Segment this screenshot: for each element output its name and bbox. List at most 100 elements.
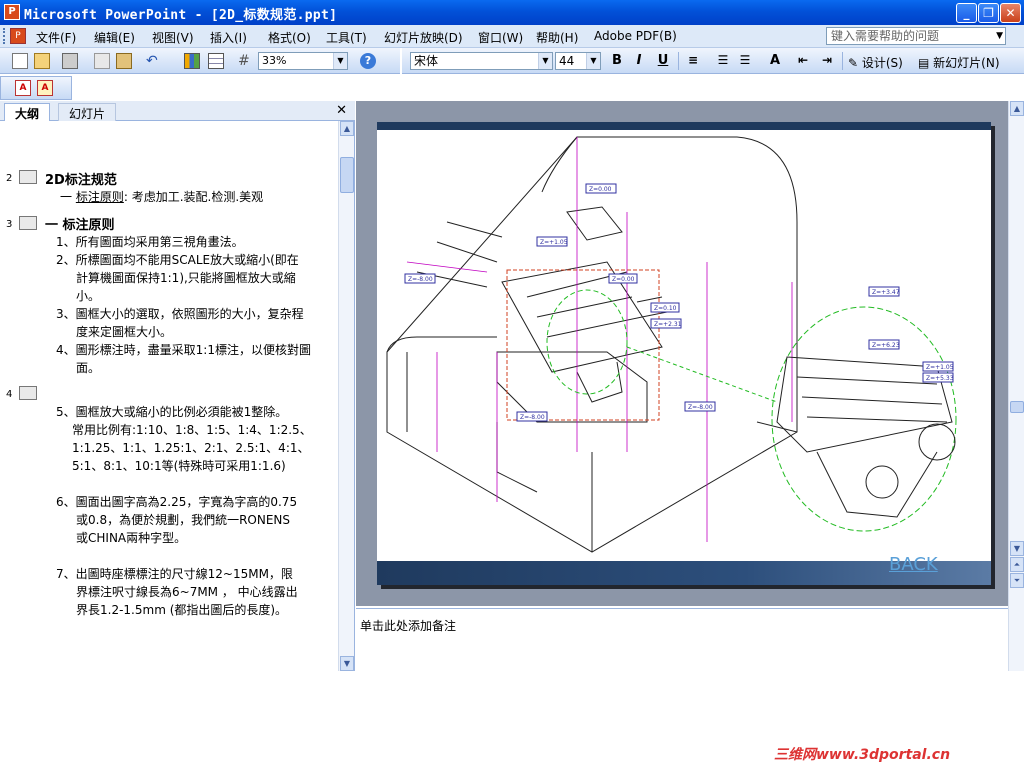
help-icon[interactable]: ?: [360, 53, 376, 69]
menu-insert[interactable]: 插入(I): [210, 29, 247, 46]
outline-line: 5:1、8:1、10:1等(特殊時可采用1:1.6): [72, 459, 286, 473]
italic-icon[interactable]: I: [630, 53, 648, 68]
cad-drawing: Z=0.00 Z=+1.05 Z=0.00 Z=-8.00 Z=0.10 Z=+…: [386, 136, 957, 553]
outline-line: 界標注呎寸線長為6~7MM ， 中心线露出: [76, 585, 298, 599]
notes-pane[interactable]: 单击此处添加备注: [356, 608, 1008, 671]
slide-icon[interactable]: [19, 386, 37, 400]
new-slide-button[interactable]: ▤ 新幻灯片(N): [918, 54, 1000, 71]
outline-line: 一 标注原则: 考虑加工.装配.检测.美观: [60, 188, 263, 206]
leader-line: [626, 346, 778, 403]
menu-help[interactable]: 帮助(H): [536, 29, 578, 46]
scroll-down-icon[interactable]: ▼: [340, 656, 354, 671]
align-left-icon[interactable]: ≡: [684, 53, 702, 67]
chevron-down-icon[interactable]: ▼: [538, 53, 552, 69]
chevron-down-icon[interactable]: ▼: [333, 53, 347, 69]
tab-outline[interactable]: 大纲: [4, 103, 51, 121]
pane-tabs: 大纲 幻灯片 ✕: [0, 101, 355, 121]
underline-icon[interactable]: U: [654, 53, 672, 68]
coord-label: Z=+1.05: [540, 239, 568, 246]
outline-prefix: 一: [60, 190, 76, 204]
help-search-placeholder: 键入需要帮助的问题: [831, 29, 940, 43]
bold-icon[interactable]: B: [608, 53, 626, 68]
menu-tools[interactable]: 工具(T): [326, 29, 367, 46]
outline-content[interactable]: 2 2D标注规范 一 标注原则: 考虑加工.装配.检测.美观 3 一 标注原则 …: [0, 121, 338, 671]
menu-adobe-pdf[interactable]: Adobe PDF(B): [594, 29, 677, 43]
menu-slideshow[interactable]: 幻灯片放映(D): [384, 29, 463, 46]
pdf-icon[interactable]: A: [15, 80, 31, 96]
coord-label: Z=+2.31: [654, 321, 682, 328]
open-folder-icon[interactable]: [34, 53, 50, 69]
increase-font-icon[interactable]: A: [766, 53, 784, 68]
outline-line: 7、出圖時座標標注的尺寸線12~15MM，限: [56, 567, 293, 581]
scroll-thumb[interactable]: [1010, 401, 1024, 413]
font-size-select[interactable]: 44 ▼: [555, 52, 601, 70]
slide-canvas[interactable]: Z=0.00 Z=+1.05 Z=0.00 Z=-8.00 Z=0.10 Z=+…: [377, 122, 991, 585]
next-slide-icon[interactable]: ⏷: [1010, 573, 1024, 588]
menu-view[interactable]: 视图(V): [152, 29, 194, 46]
font-select[interactable]: 宋体 ▼: [410, 52, 553, 70]
menu-grip[interactable]: [3, 28, 6, 44]
zoom-select[interactable]: 33% ▼: [258, 52, 348, 70]
back-link[interactable]: BACK: [889, 554, 938, 575]
detail-frame: [506, 269, 660, 421]
slide-number: 4: [6, 389, 13, 400]
document-icon[interactable]: P: [10, 28, 26, 44]
close-icon[interactable]: ✕: [336, 103, 347, 118]
design-button[interactable]: ✎ 设计(S): [848, 54, 903, 71]
menu-format[interactable]: 格式(O): [268, 29, 311, 46]
slide-icon[interactable]: [19, 170, 37, 184]
table-icon[interactable]: [208, 53, 224, 69]
bullet-list-icon[interactable]: ☰: [736, 53, 754, 67]
outline-scrollbar[interactable]: ▲ ▼: [338, 121, 354, 671]
outline-pane: 大纲 幻灯片 ✕ 2 2D标注规范 一 标注原则: 考虑加工.装配.检测.美观 …: [0, 101, 355, 671]
grid-icon[interactable]: #: [238, 53, 254, 69]
coord-label: Z=-8.00: [408, 276, 433, 283]
chevron-down-icon[interactable]: ▼: [586, 53, 600, 69]
new-document-icon[interactable]: [12, 53, 28, 69]
coordinate-labels: Z=0.00 Z=+1.05 Z=0.00 Z=-8.00 Z=0.10 Z=+…: [404, 183, 954, 422]
slide-title: 2D标注规范: [45, 173, 117, 188]
window-title: Microsoft PowerPoint - [2D_标数规范.ppt]: [24, 8, 338, 23]
copy-icon[interactable]: [94, 53, 110, 69]
minimize-button[interactable]: _: [956, 3, 977, 23]
outline-line: 度来定圖框大小。: [76, 325, 173, 339]
chart-icon[interactable]: [184, 53, 200, 69]
paste-icon[interactable]: [116, 53, 132, 69]
scroll-down-icon[interactable]: ▼: [1010, 541, 1024, 556]
scroll-up-icon[interactable]: ▲: [1010, 101, 1024, 116]
dimension-lines: [406, 137, 793, 542]
outline-link[interactable]: 标注原则: [76, 190, 124, 204]
menu-window[interactable]: 窗口(W): [478, 29, 523, 46]
numbered-list-icon[interactable]: ☰: [714, 53, 732, 67]
menu-file[interactable]: 文件(F): [36, 29, 76, 46]
font-value: 宋体: [414, 54, 439, 68]
scroll-up-icon[interactable]: ▲: [340, 121, 354, 136]
slide-icon[interactable]: [19, 216, 37, 230]
chevron-down-icon[interactable]: ▼: [996, 28, 1003, 44]
part-outline: [386, 136, 798, 553]
pdf-review-icon[interactable]: A: [37, 80, 53, 96]
menu-edit[interactable]: 编辑(E): [94, 29, 135, 46]
slide-number: 3: [6, 219, 13, 230]
undo-icon[interactable]: ↶: [146, 53, 162, 69]
notes-placeholder: 单击此处添加备注: [360, 619, 457, 633]
outline-line: 6、圖面出圖字高為2.25，字寬為字高的0.75: [56, 495, 298, 509]
coord-label: Z=0.00: [589, 186, 612, 193]
outline-line: 5、圖框放大或縮小的比例必須能被1整除。: [56, 405, 288, 419]
decrease-indent-icon[interactable]: ⇤: [794, 53, 812, 67]
restore-button[interactable]: ❐: [978, 3, 999, 23]
increase-indent-icon[interactable]: ⇥: [818, 53, 836, 67]
help-search-input[interactable]: 键入需要帮助的问题 ▼: [826, 27, 1006, 45]
slide-scrollbar[interactable]: ▲ ▼ ⏶ ⏷: [1008, 101, 1024, 671]
coord-label: Z=+3.47: [872, 289, 900, 296]
close-button[interactable]: ✕: [1000, 3, 1021, 23]
tab-slides[interactable]: 幻灯片: [58, 103, 117, 121]
outline-line: 計算機圖面保持1:1),只能將圖框放大或縮: [76, 271, 296, 285]
powerpoint-app-icon[interactable]: P: [4, 4, 20, 20]
detail-circle-small: [546, 289, 628, 395]
print-icon[interactable]: [62, 53, 78, 69]
design-label: 设计(S): [861, 56, 903, 70]
scroll-thumb[interactable]: [340, 157, 354, 193]
pdf-toolbar: A A: [0, 76, 72, 100]
previous-slide-icon[interactable]: ⏶: [1010, 557, 1024, 572]
